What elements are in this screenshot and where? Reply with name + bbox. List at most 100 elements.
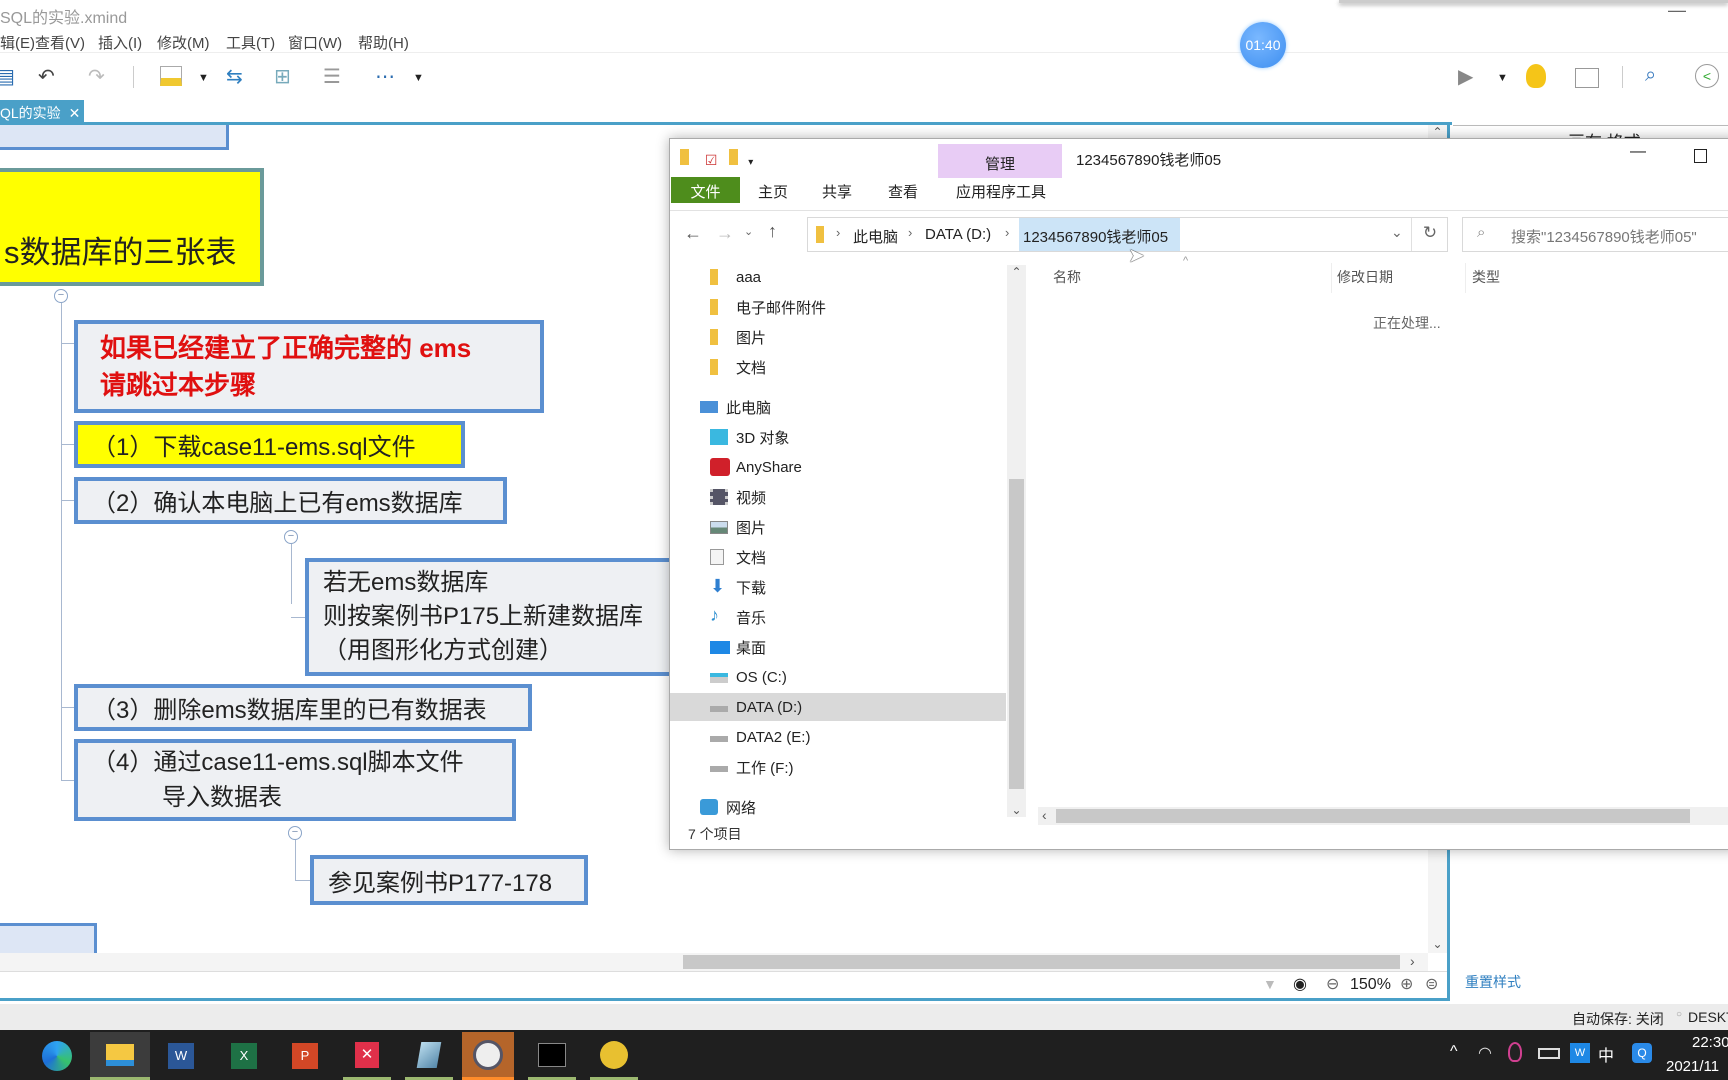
up-button[interactable]: ↑ (768, 221, 777, 242)
menu-view[interactable]: 查看(V) (35, 32, 85, 53)
ime-indicator[interactable]: 中 (1598, 1042, 1614, 1066)
collapse-toggle[interactable]: − (54, 289, 68, 303)
properties-icon[interactable]: ☑ (705, 152, 718, 168)
taskbar-yellow-app[interactable] (590, 1032, 638, 1080)
zoom-in-icon[interactable]: ⊕ (1400, 974, 1413, 994)
topic-step-2[interactable]: （2）确认本电脑上已有ems数据库 (74, 477, 507, 524)
topic-step-4-sub[interactable]: 参见案例书P177-178 (310, 855, 588, 905)
topic-step-4[interactable]: （4）通过case11-ems.sql脚本文件 导入数据表 (74, 739, 516, 821)
nav-anyshare[interactable]: AnyShare (670, 453, 1006, 481)
redo-icon[interactable]: ↷ (88, 64, 105, 89)
save-icon[interactable]: ▤ (0, 64, 15, 89)
more-icon[interactable]: ⋯ (375, 64, 395, 89)
back-button[interactable]: ← (684, 223, 702, 244)
nav-videos[interactable]: 视频 (670, 483, 1006, 511)
tab-share[interactable]: 共享 (822, 181, 852, 202)
nav-drive-e[interactable]: DATA2 (E:) (670, 723, 1006, 751)
share-icon[interactable]: < (1695, 64, 1719, 88)
fit-icon[interactable]: ⊜ (1425, 974, 1438, 994)
relationship-icon[interactable]: ⇆ (226, 64, 243, 89)
summary-icon[interactable]: ☰ (323, 64, 341, 89)
nav-drive-d[interactable]: DATA (D:) (670, 693, 1006, 721)
nav-3d-objects[interactable]: 3D 对象 (670, 423, 1006, 451)
minimize-button[interactable]: — (1668, 0, 1686, 21)
nav-scrollbar[interactable]: ⌃ ⌄ (1007, 265, 1026, 817)
outline-icon[interactable] (1575, 68, 1599, 88)
folder-icon[interactable] (680, 149, 689, 165)
topic-style-icon[interactable] (160, 66, 182, 86)
clock-time[interactable]: 22:30 (1692, 1034, 1728, 1051)
battery-icon[interactable] (1538, 1048, 1560, 1059)
autosave-status[interactable]: 自动保存: 关闭 (1572, 1009, 1664, 1029)
scroll-thumb[interactable] (1009, 479, 1024, 789)
breadcrumb-this-pc[interactable]: 此电脑 (853, 226, 898, 247)
nav-pictures[interactable]: 图片 (670, 513, 1006, 541)
presentation-icon[interactable]: ▶ (1458, 64, 1473, 89)
collapse-toggle[interactable]: − (284, 530, 298, 544)
tab-view[interactable]: 查看 (888, 181, 918, 202)
reset-style-link[interactable]: 重置样式 (1465, 972, 1521, 992)
qq-icon[interactable] (1508, 1042, 1522, 1062)
forward-button[interactable]: → (716, 223, 734, 244)
address-dropdown-icon[interactable]: ⌄ (1391, 224, 1403, 241)
menu-tools[interactable]: 工具(T) (226, 32, 275, 53)
taskbar-avatar-app[interactable] (462, 1032, 514, 1080)
customize-dropdown-icon[interactable]: ▾ (748, 157, 753, 168)
file-list[interactable]: ^ 名称 修改日期 类型 正在处理... ‹ (1032, 255, 1728, 825)
nav-documents-quick[interactable]: 文档 (670, 353, 1006, 381)
close-tab-icon[interactable]: ✕ (69, 105, 81, 121)
horizontal-scrollbar[interactable]: ‹ (1038, 807, 1728, 825)
topic-warning[interactable]: 如果已经建立了正确完整的 ems 请跳过本步骤 (74, 320, 544, 413)
nav-drive-c[interactable]: OS (C:) (670, 663, 1006, 691)
scroll-down-icon[interactable]: ⌄ (1007, 803, 1026, 817)
nav-music[interactable]: ♪ 音乐 (670, 603, 1006, 631)
column-type[interactable]: 类型 (1472, 267, 1500, 287)
scroll-thumb[interactable] (1056, 809, 1690, 823)
new-folder-icon[interactable] (729, 149, 739, 165)
lightbulb-icon[interactable] (1526, 64, 1546, 88)
taskbar-file-explorer[interactable] (90, 1032, 150, 1080)
zoom-out-icon[interactable]: ⊖ (1326, 974, 1339, 994)
tab-file[interactable]: 文件 (671, 177, 740, 203)
menu-help[interactable]: 帮助(H) (358, 32, 409, 53)
presentation-dropdown-icon[interactable]: ▼ (1497, 72, 1508, 84)
more-dropdown-icon[interactable]: ▼ (413, 72, 424, 84)
tab-manage[interactable]: 管理 (938, 144, 1062, 178)
structure-icon[interactable]: ⊞ (274, 64, 291, 89)
taskbar-notepad[interactable] (405, 1032, 453, 1080)
breadcrumb-current[interactable]: 1234567890钱老师05 (1019, 218, 1180, 251)
waves-icon[interactable]: W (1570, 1043, 1590, 1063)
topic-main[interactable]: s数据库的三张表 (0, 168, 264, 286)
menu-insert[interactable]: 插入(I) (98, 32, 142, 53)
tray-expand-icon[interactable]: ^ (1450, 1043, 1458, 1061)
nav-aaa[interactable]: aaa (670, 263, 1006, 291)
taskbar-word[interactable]: W (157, 1032, 205, 1080)
undo-icon[interactable]: ↶ (38, 64, 55, 89)
scroll-down-icon[interactable]: ⌄ (1428, 937, 1447, 951)
q-app-icon[interactable]: Q (1632, 1043, 1652, 1063)
tab-application-tools[interactable]: 应用程序工具 (956, 181, 1046, 202)
taskbar-terminal[interactable] (528, 1032, 576, 1080)
topic-top-partial[interactable] (0, 125, 229, 150)
wifi-icon[interactable]: ◠ (1478, 1043, 1492, 1063)
topic-step-3[interactable]: （3）删除ems数据库里的已有数据表 (74, 684, 532, 731)
column-date-modified[interactable]: 修改日期 (1337, 267, 1393, 287)
scroll-up-icon[interactable]: ⌃ (1007, 265, 1026, 279)
nav-documents[interactable]: 文档 (670, 543, 1006, 571)
breadcrumb-data-d[interactable]: DATA (D:) (925, 226, 991, 243)
nav-this-pc[interactable]: 此电脑 (670, 393, 1006, 421)
column-name[interactable]: 名称 (1053, 267, 1081, 287)
topic-step-2-sub[interactable]: 若无ems数据库 则按案例书P175上新建数据库 （用图形化方式创建） (305, 558, 685, 676)
nav-email-attachments[interactable]: 电子邮件附件 (670, 293, 1006, 321)
refresh-button[interactable]: ↻ (1411, 218, 1448, 251)
recent-dropdown[interactable]: ⌄ (744, 225, 753, 238)
scroll-left-icon[interactable]: ‹ (1042, 807, 1047, 823)
tab-home[interactable]: 主页 (758, 181, 788, 202)
taskbar-excel[interactable]: X (220, 1032, 268, 1080)
taskbar-xmind[interactable]: ✕ (343, 1032, 391, 1080)
document-tab[interactable]: QL的实验 ✕ (0, 100, 84, 124)
search-box[interactable]: ⌕ 搜索"1234567890钱老师05" (1462, 217, 1728, 252)
nav-pictures-quick[interactable]: 图片 (670, 323, 1006, 351)
nav-network[interactable]: 网络 (670, 793, 1006, 821)
collapse-toggle[interactable]: − (288, 826, 302, 840)
